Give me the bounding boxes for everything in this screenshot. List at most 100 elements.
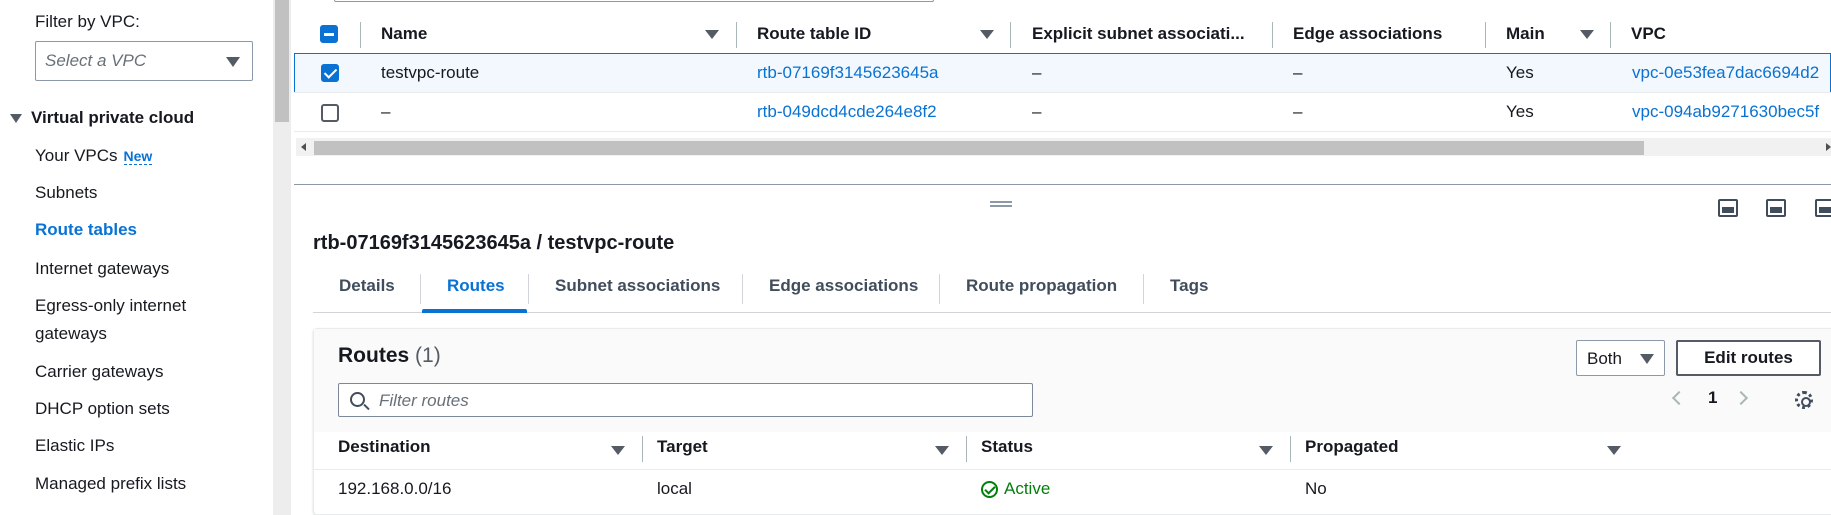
sort-icon[interactable] (1580, 30, 1594, 39)
col-main[interactable]: Main (1506, 16, 1545, 52)
sidebar-item-label: Egress-only internet (35, 296, 187, 315)
col-label: Main (1506, 24, 1545, 43)
divider (314, 469, 1831, 470)
row-name: – (381, 102, 391, 121)
panel-hide-icon[interactable] (1815, 199, 1831, 217)
sidebar-item-dhcp-option-sets[interactable]: DHCP option sets (35, 395, 170, 423)
tab-details[interactable]: Details (339, 276, 395, 296)
column-divider[interactable] (1610, 22, 1611, 48)
scroll-left-icon[interactable] (301, 143, 306, 151)
tab-tags[interactable]: Tags (1170, 276, 1208, 296)
col-destination[interactable]: Destination (338, 437, 431, 467)
sort-icon[interactable] (1259, 446, 1273, 455)
vpc-select[interactable]: Select a VPC (35, 41, 253, 81)
route-type-select[interactable]: Both (1576, 340, 1665, 376)
sort-icon[interactable] (935, 446, 949, 455)
sidebar-item-egress-only-internet-gateways[interactable]: Egress-only internet gateways (35, 292, 186, 348)
row-checkbox[interactable] (321, 104, 339, 122)
sort-icon[interactable] (1607, 446, 1621, 455)
sidebar-scrollbar-thumb[interactable] (275, 0, 289, 122)
column-divider[interactable] (1485, 22, 1486, 48)
route-status: Active (981, 479, 1050, 499)
column-divider[interactable] (360, 22, 361, 48)
search-input[interactable] (334, 0, 934, 2)
table-row[interactable]: testvpc-route rtb-07169f3145623645a – – … (294, 53, 1831, 93)
col-status[interactable]: Status (981, 437, 1033, 467)
search-icon (350, 392, 365, 407)
col-vpc[interactable]: VPC (1631, 16, 1666, 52)
row-explicit: – (1032, 63, 1042, 82)
tab-divider (939, 274, 940, 304)
col-route-table-id[interactable]: Route table ID (757, 16, 871, 52)
row-explicit: – (1032, 102, 1042, 121)
active-tab-indicator (422, 309, 527, 313)
vpc-link[interactable]: vpc-0e53fea7dac6694d2 (1632, 63, 1819, 83)
sidebar-item-internet-gateways[interactable]: Internet gateways (35, 255, 169, 283)
sidebar-item-route-tables[interactable]: Route tables (35, 216, 137, 244)
edit-routes-button[interactable]: Edit routes (1676, 340, 1821, 376)
section-label: Virtual private cloud (31, 108, 195, 127)
column-divider[interactable] (1010, 22, 1011, 48)
detail-title: rtb-07169f3145623645a / testvpc-route (313, 232, 675, 254)
split-divider (294, 184, 1831, 185)
sort-icon[interactable] (611, 446, 625, 455)
filter-routes-input[interactable]: Filter routes (338, 383, 1033, 417)
col-explicit-subnet[interactable]: Explicit subnet associati... (1032, 16, 1245, 52)
column-divider[interactable] (966, 436, 967, 462)
chevron-right-icon[interactable] (1733, 390, 1749, 406)
row-checkbox[interactable] (321, 64, 339, 82)
section-virtual-private-cloud[interactable]: Virtual private cloud (10, 108, 194, 128)
col-label: Route table ID (757, 24, 872, 43)
caret-down-icon (226, 57, 240, 67)
sidebar-item-carrier-gateways[interactable]: Carrier gateways (35, 358, 164, 386)
panel-side-icon[interactable] (1766, 199, 1786, 217)
column-divider[interactable] (1272, 22, 1273, 48)
sort-icon[interactable] (705, 30, 719, 39)
row-edge: – (1293, 63, 1303, 82)
sort-icon[interactable] (980, 30, 994, 39)
row-edge: – (1293, 102, 1303, 121)
route-destination: 192.168.0.0/16 (338, 479, 452, 498)
tab-divider (1143, 274, 1144, 304)
tab-route-propagation[interactable]: Route propagation (966, 276, 1117, 296)
row-main: Yes (1506, 102, 1534, 121)
route-type-value: Both (1587, 349, 1622, 368)
vpc-select-placeholder: Select a VPC (45, 51, 147, 70)
col-name[interactable]: Name (381, 16, 427, 52)
detail-tabs: Details Routes Subnet associations Edge … (313, 266, 1831, 313)
route-target: local (657, 479, 692, 498)
routes-title-text: Routes (338, 344, 410, 367)
route-table-id-link[interactable]: rtb-049dcd4cde264e8f2 (757, 102, 937, 122)
select-all-checkbox[interactable] (320, 25, 338, 43)
route-propagated: No (1305, 479, 1327, 498)
scrollbar-thumb[interactable] (314, 141, 1644, 155)
col-edge-associations[interactable]: Edge associations (1293, 16, 1442, 52)
caret-down-icon (1640, 354, 1654, 364)
sidebar-item-subnets[interactable]: Subnets (35, 179, 97, 207)
drag-handle-icon[interactable] (990, 201, 1012, 207)
tab-divider (742, 274, 743, 304)
tab-routes[interactable]: Routes (447, 276, 505, 296)
tab-subnet-associations[interactable]: Subnet associations (555, 276, 720, 296)
column-divider[interactable] (642, 436, 643, 462)
chevron-left-icon[interactable] (1671, 390, 1687, 406)
table-header: Name Route table ID Explicit subnet asso… (294, 16, 1831, 52)
horizontal-scrollbar[interactable] (296, 138, 1831, 156)
sidebar-item-elastic-ips[interactable]: Elastic IPs (35, 432, 114, 460)
table-row[interactable]: – rtb-049dcd4cde264e8f2 – – Yes vpc-094a… (294, 92, 1831, 132)
column-divider[interactable] (736, 22, 737, 48)
sidebar-item-label: Your VPCs (35, 146, 118, 165)
col-target[interactable]: Target (657, 437, 708, 467)
panel-bottom-icon[interactable] (1718, 199, 1738, 217)
sidebar-item-managed-prefix-lists[interactable]: Managed prefix lists (35, 470, 186, 498)
col-label: VPC (1631, 24, 1666, 43)
col-propagated[interactable]: Propagated (1305, 437, 1399, 467)
route-table-id-link[interactable]: rtb-07169f3145623645a (757, 63, 939, 83)
tab-edge-associations[interactable]: Edge associations (769, 276, 918, 296)
column-divider[interactable] (1290, 436, 1291, 462)
scroll-right-icon[interactable] (1826, 143, 1831, 151)
page-number[interactable]: 1 (1708, 388, 1717, 408)
sidebar-item-your-vpcs[interactable]: Your VPCs New (35, 142, 153, 170)
gear-icon[interactable] (1795, 391, 1813, 409)
vpc-link[interactable]: vpc-094ab9271630bec5f (1632, 102, 1819, 122)
